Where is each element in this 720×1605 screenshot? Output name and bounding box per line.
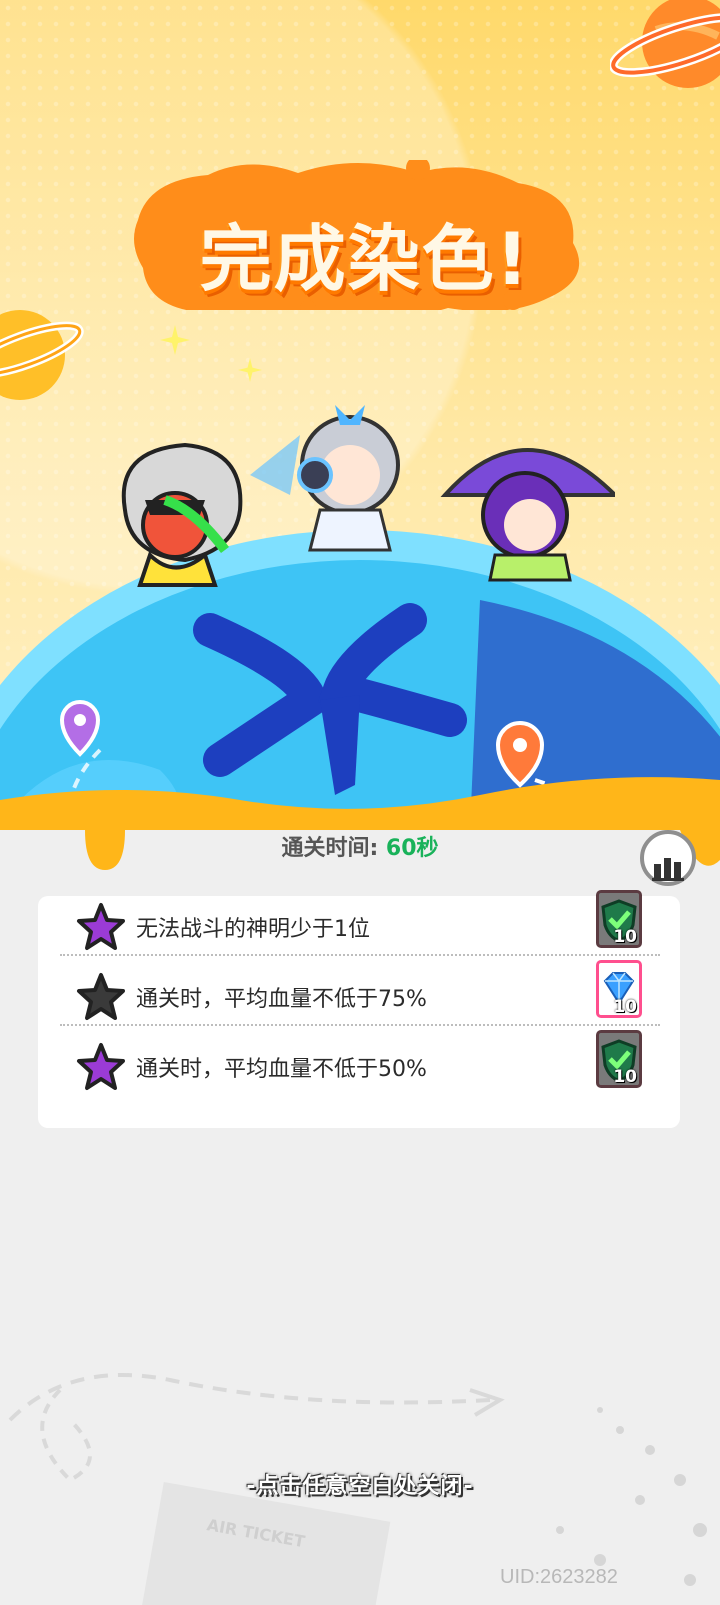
character-purple-umbrella bbox=[440, 448, 615, 582]
reward-count: 10 bbox=[613, 997, 637, 1017]
planet-top-right-icon bbox=[610, 0, 720, 88]
reward-item[interactable]: 10 bbox=[596, 890, 642, 948]
orange-drip-band bbox=[0, 777, 720, 880]
reward-count: 10 bbox=[613, 1067, 637, 1087]
reward-item[interactable]: 10 bbox=[596, 960, 642, 1018]
ranking-button[interactable] bbox=[640, 830, 696, 886]
clear-time-value: 60秒 bbox=[385, 836, 439, 861]
grey-star-icon bbox=[77, 973, 125, 1020]
reward-item[interactable]: 10 bbox=[596, 1030, 642, 1088]
character-red-demon bbox=[121, 442, 243, 587]
row-divider bbox=[60, 954, 660, 956]
page-title: 完成染色! bbox=[199, 217, 531, 301]
objectives-card: 无法战斗的神明少于1位 10 通关时，平均血量不低于75% 10 通关时，平均血… bbox=[38, 890, 680, 1128]
sparkle-icon bbox=[238, 358, 262, 382]
close-hint: -点击任意空白处关闭- bbox=[246, 1474, 474, 1499]
character-silver-hair bbox=[250, 405, 400, 552]
purple-star-icon bbox=[77, 903, 125, 950]
sparkle-icon bbox=[160, 325, 190, 355]
objective-row: 通关时，平均血量不低于50% bbox=[38, 1032, 680, 1102]
objective-text: 通关时，平均血量不低于50% bbox=[136, 1057, 427, 1082]
objective-text: 通关时，平均血量不低于75% bbox=[136, 987, 427, 1012]
objective-row: 通关时，平均血量不低于75% bbox=[38, 962, 680, 1032]
ranking-bars-icon bbox=[652, 858, 684, 881]
planet-left-icon bbox=[0, 310, 84, 400]
clear-time: 通关时间: 60秒 bbox=[0, 830, 720, 862]
objective-text: 无法战斗的神明少于1位 bbox=[136, 917, 370, 942]
objective-row: 无法战斗的神明少于1位 bbox=[38, 892, 680, 962]
row-divider bbox=[60, 1024, 660, 1026]
reward-count: 10 bbox=[613, 927, 637, 947]
purple-star-icon bbox=[77, 1043, 125, 1090]
user-id: UID:2623282 bbox=[500, 1566, 618, 1588]
clear-time-label: 通关时间: bbox=[281, 836, 379, 861]
hero-illustration: 完成染色! bbox=[0, 0, 720, 850]
